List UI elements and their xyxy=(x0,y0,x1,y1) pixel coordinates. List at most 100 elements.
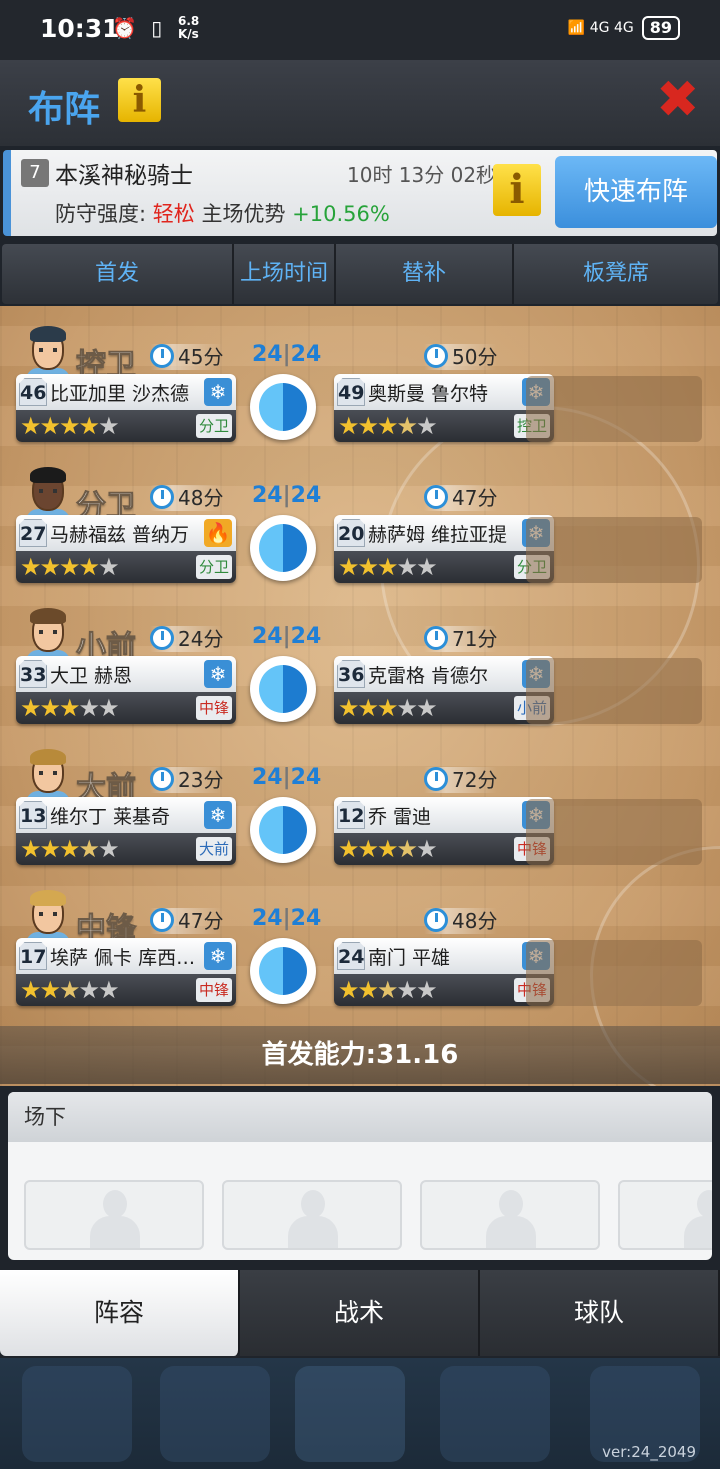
sub-minutes: 71分 xyxy=(424,626,498,652)
status-icons: ⏰ ▯ xyxy=(112,16,167,40)
opponent-info-icon[interactable]: i xyxy=(493,164,541,216)
score-display: 24|24 xyxy=(252,906,322,931)
bench-slot-empty[interactable] xyxy=(526,376,702,442)
role-badge: 中锋 xyxy=(195,696,232,720)
player-card-bottom: ★★★★★ 分卫 xyxy=(16,551,236,583)
jersey-number: 49 xyxy=(337,378,365,406)
rating-stars: ★★★★★ xyxy=(20,976,120,1004)
player-name: 大卫 赫恩 xyxy=(50,665,133,687)
network-speed: 6.8 K/s xyxy=(178,14,200,41)
player-card-bottom: ★★★★★ 中锋 xyxy=(16,974,236,1006)
rating-stars: ★★★★★ xyxy=(338,553,438,581)
starter-minutes: 47分 xyxy=(150,908,224,934)
player-silhouette-icon xyxy=(288,1190,338,1248)
bench-slot-empty[interactable] xyxy=(526,940,702,1006)
status-right: 📶 4G 4G 89 xyxy=(568,16,680,40)
swap-button[interactable] xyxy=(250,938,316,1004)
player-silhouette-icon xyxy=(486,1190,536,1248)
close-icon[interactable]: ✖ xyxy=(656,74,700,126)
role-badge: 分卫 xyxy=(195,555,232,579)
tab-team[interactable]: 球队 xyxy=(480,1270,720,1356)
player-name: 赫萨姆 维拉亚提 xyxy=(368,524,508,546)
opponent-level: 7 xyxy=(21,159,49,187)
player-name: 奥斯曼 鲁尔特 xyxy=(368,383,489,405)
player-card[interactable]: 33 大卫 赫恩 ❄ ★★★★★ 中锋 xyxy=(16,656,236,724)
timer-icon xyxy=(150,485,174,509)
timer-icon xyxy=(424,485,448,509)
starter-minutes: 23分 xyxy=(150,767,224,793)
snowflake-icon: ❄ xyxy=(204,660,232,688)
player-name: 南门 平雄 xyxy=(368,947,451,969)
player-card[interactable]: 13 维尔丁 莱基奇 ❄ ★★★★★ 大前 xyxy=(16,797,236,865)
jersey-number: 33 xyxy=(19,660,47,688)
player-card-bottom: ★★★★★ 分卫 xyxy=(334,551,554,583)
bench-slot[interactable] xyxy=(420,1180,600,1250)
bench-slot[interactable] xyxy=(618,1180,712,1250)
bench-slot-empty[interactable] xyxy=(526,658,702,724)
bench-panel: 场下 xyxy=(8,1092,712,1260)
rating-stars: ★★★★★ xyxy=(20,694,120,722)
tab-bench[interactable]: 板凳席 xyxy=(514,244,718,304)
lineup-tabs: 首发 上场时间 替补 板凳席 xyxy=(2,244,718,304)
player-card[interactable]: 49 奥斯曼 鲁尔特 ❄ ★★★★★ 控卫 xyxy=(334,374,554,442)
rating-stars: ★★★★★ xyxy=(338,835,438,863)
score-display: 24|24 xyxy=(252,483,322,508)
starter-minutes: 24分 xyxy=(150,626,224,652)
jersey-number: 20 xyxy=(337,519,365,547)
lineup-row: 分卫 48分 47分 24|24 27 马赫福兹 普纳万 🔥 ★★★★★ 分卫 … xyxy=(0,457,720,587)
swap-button[interactable] xyxy=(250,515,316,581)
snowflake-icon: ❄ xyxy=(204,378,232,406)
swap-button[interactable] xyxy=(250,797,316,863)
tab-lineup[interactable]: 阵容 xyxy=(0,1270,240,1356)
jersey-number: 24 xyxy=(337,942,365,970)
status-time: 10:31 xyxy=(40,14,120,43)
timer-icon xyxy=(150,344,174,368)
starter-minutes: 45分 xyxy=(150,344,224,370)
player-card[interactable]: 24 南门 平雄 ❄ ★★★★★ 中锋 xyxy=(334,938,554,1006)
info-icon[interactable]: i xyxy=(118,78,161,122)
player-card[interactable]: 36 克雷格 肯德尔 ❄ ★★★★★ 小前 xyxy=(334,656,554,724)
player-name: 维尔丁 莱基奇 xyxy=(50,806,171,828)
quick-lineup-button[interactable]: 快速布阵 xyxy=(555,156,717,228)
page-title: 布阵 xyxy=(28,89,101,130)
player-card-bottom: ★★★★★ 中锋 xyxy=(16,692,236,724)
player-card[interactable]: 12 乔 雷迪 ❄ ★★★★★ 中锋 xyxy=(334,797,554,865)
starter-minutes: 48分 xyxy=(150,485,224,511)
bench-slot[interactable] xyxy=(24,1180,204,1250)
tab-substitutes[interactable]: 替补 xyxy=(336,244,514,304)
title-bar: 布阵 i ✖ xyxy=(0,60,720,146)
swap-button[interactable] xyxy=(250,374,316,440)
player-card-bottom: ★★★★★ 中锋 xyxy=(334,974,554,1006)
player-card[interactable]: 20 赫萨姆 维拉亚提 ❄ ★★★★★ 分卫 xyxy=(334,515,554,583)
score-display: 24|24 xyxy=(252,765,322,790)
player-card-bottom: ★★★★★ 中锋 xyxy=(334,833,554,865)
tab-tactics[interactable]: 战术 xyxy=(240,1270,480,1356)
rating-stars: ★★★★★ xyxy=(20,553,120,581)
jersey-number: 17 xyxy=(19,942,47,970)
swap-button[interactable] xyxy=(250,656,316,722)
opponent-name: 本溪神秘骑士 xyxy=(55,163,193,189)
score-display: 24|24 xyxy=(252,624,322,649)
timer-icon xyxy=(150,626,174,650)
opponent-panel: 7 本溪神秘骑士 10时 13分 02秒 防守强度: 轻松 主场优势 +10.5… xyxy=(3,150,717,236)
bottom-tabs: 阵容 战术 球队 xyxy=(0,1270,720,1358)
jersey-number: 12 xyxy=(337,801,365,829)
bench-slot-empty[interactable] xyxy=(526,517,702,583)
sub-minutes: 50分 xyxy=(424,344,498,370)
rating-stars: ★★★★★ xyxy=(338,694,438,722)
player-card-bottom: ★★★★★ 分卫 xyxy=(16,410,236,442)
player-card-bottom: ★★★★★ 大前 xyxy=(16,833,236,865)
bench-slot[interactable] xyxy=(222,1180,402,1250)
player-card[interactable]: 17 埃萨 佩卡 库西… ❄ ★★★★★ 中锋 xyxy=(16,938,236,1006)
tab-playtime[interactable]: 上场时间 xyxy=(234,244,336,304)
sub-minutes: 47分 xyxy=(424,485,498,511)
bench-slot-empty[interactable] xyxy=(526,799,702,865)
snowflake-icon: ❄ xyxy=(204,942,232,970)
player-silhouette-icon xyxy=(90,1190,140,1248)
player-card[interactable]: 46 比亚加里 沙杰德 ❄ ★★★★★ 分卫 xyxy=(16,374,236,442)
tab-starters[interactable]: 首发 xyxy=(2,244,234,304)
player-card[interactable]: 27 马赫福兹 普纳万 🔥 ★★★★★ 分卫 xyxy=(16,515,236,583)
jersey-number: 27 xyxy=(19,519,47,547)
fire-icon: 🔥 xyxy=(204,519,232,547)
jersey-number: 46 xyxy=(19,378,47,406)
